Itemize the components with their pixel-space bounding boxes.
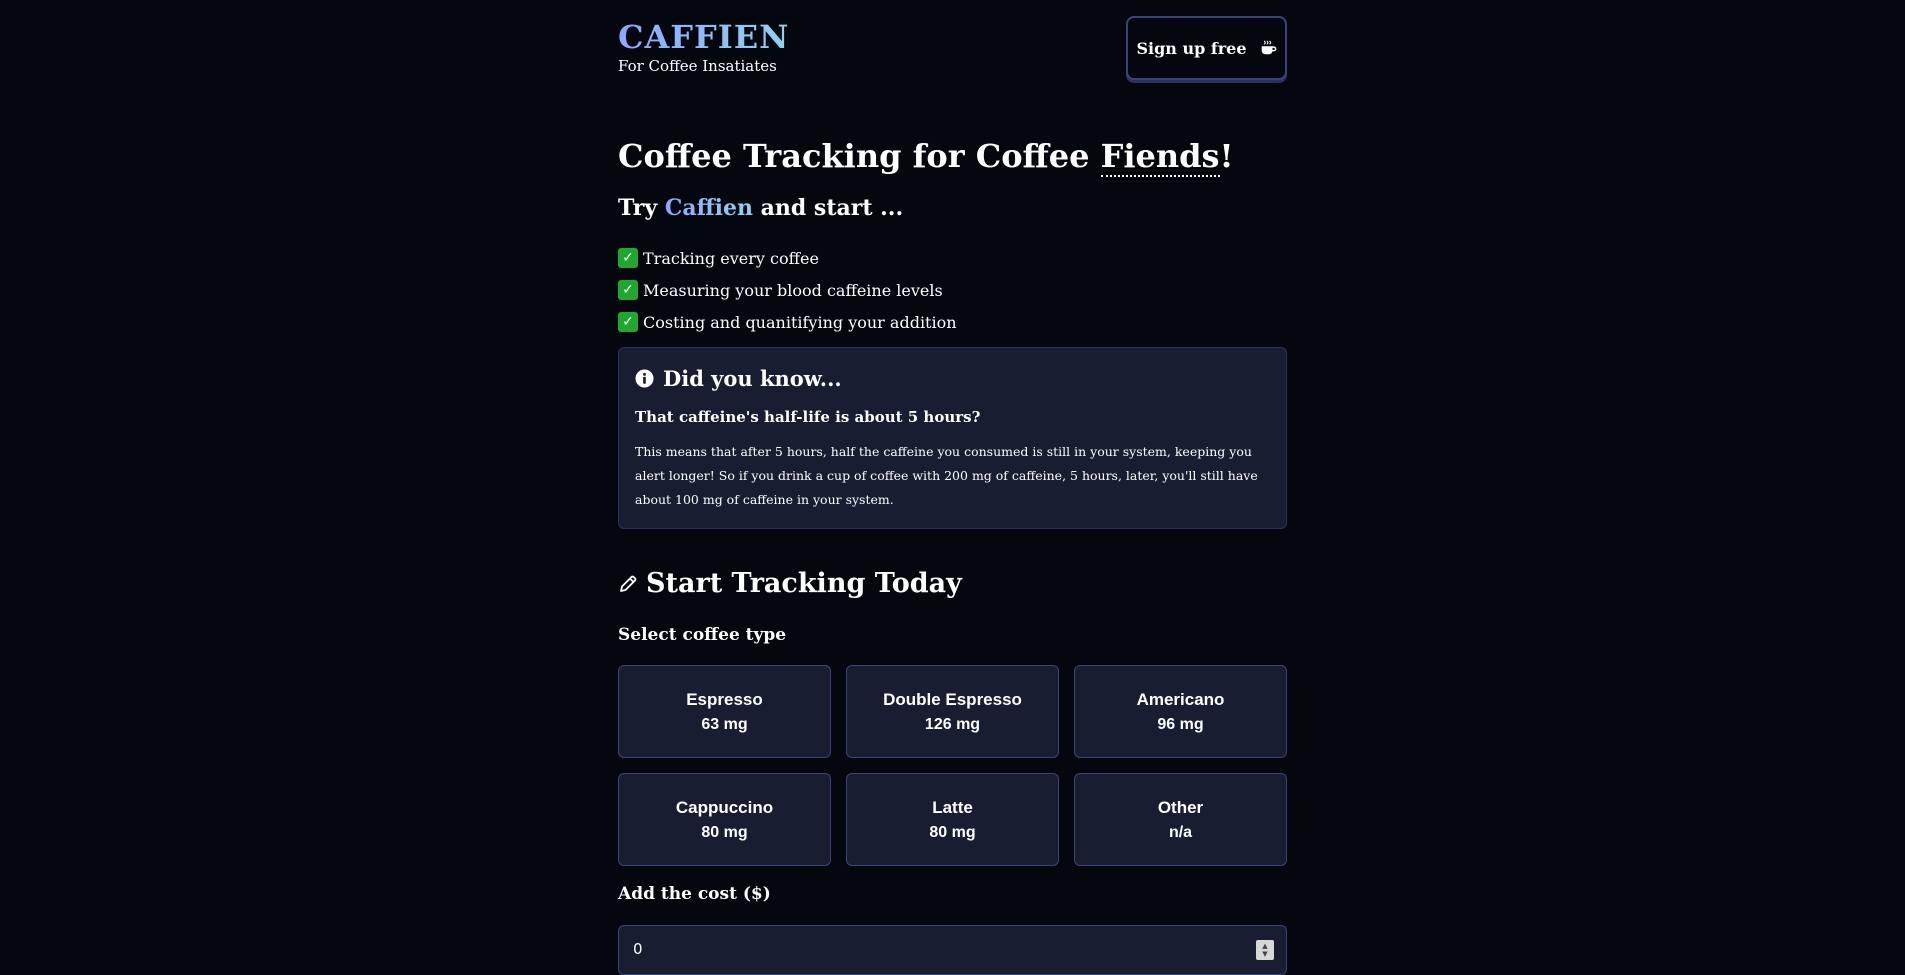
coffee-name: Double Espresso xyxy=(883,689,1022,709)
mug-hot-icon xyxy=(1261,40,1276,55)
coffee-caffeine: 63 mg xyxy=(701,715,748,733)
page: CAFFIEN For Coffee Insatiates Sign up fr… xyxy=(618,0,1287,975)
tagline: For Coffee Insatiates xyxy=(618,57,777,75)
coffee-caffeine: 80 mg xyxy=(929,823,976,841)
coffee-caffeine: n/a xyxy=(1168,823,1193,841)
number-spinner[interactable]: ▲ ▼ xyxy=(1256,940,1274,960)
check-mark-icon: ✓ xyxy=(618,248,638,268)
cost-input[interactable]: 0 ▲ ▼ xyxy=(618,925,1287,975)
coffee-name: Latte xyxy=(932,797,973,817)
signup-button[interactable]: Sign up free xyxy=(1126,16,1287,80)
feature-item: ✓ Costing and quanitifying your addition xyxy=(618,306,957,338)
try-prefix: Try xyxy=(618,195,665,221)
feature-text: Measuring your blood caffeine levels xyxy=(643,280,943,300)
spinner-up-icon[interactable]: ▲ xyxy=(1262,942,1267,950)
coffee-name: Other xyxy=(1157,797,1204,817)
info-body: This means that after 5 hours, half the … xyxy=(635,444,1258,507)
coffee-option-americano[interactable]: Americano 96 mg xyxy=(1074,665,1287,758)
try-brand: Caffien xyxy=(664,195,753,221)
check-mark-icon: ✓ xyxy=(618,280,638,300)
pencil-icon xyxy=(620,575,637,592)
cost-label: Add the cost ($) xyxy=(618,884,771,904)
hero-title: Coffee Tracking for Coffee Fiends! xyxy=(618,137,1234,177)
hero-title-suffix: ! xyxy=(1219,137,1234,175)
feature-item: ✓ Tracking every coffee xyxy=(618,242,957,274)
check-mark-icon: ✓ xyxy=(618,312,638,332)
select-coffee-label: Select coffee type xyxy=(618,625,787,645)
info-question: That caffeine's half-life is about 5 hou… xyxy=(635,408,981,426)
coffee-option-double-espresso[interactable]: Double Espresso 126 mg xyxy=(846,665,1059,758)
coffee-name: Espresso xyxy=(686,689,763,709)
coffee-caffeine: 126 mg xyxy=(924,715,981,733)
try-suffix: and start ... xyxy=(752,195,904,221)
coffee-option-latte[interactable]: Latte 80 mg xyxy=(846,773,1059,866)
coffee-caffeine: 96 mg xyxy=(1157,715,1204,733)
coffee-type-grid: Espresso 63 mg Double Espresso 126 mg Am… xyxy=(618,665,1287,866)
coffee-name: Americano xyxy=(1136,689,1225,709)
info-circle-icon xyxy=(635,369,654,388)
tracking-heading: Start Tracking Today xyxy=(618,568,962,599)
logo[interactable]: CAFFIEN xyxy=(618,18,789,56)
tracking-title: Start Tracking Today xyxy=(646,568,962,599)
coffee-option-espresso[interactable]: Espresso 63 mg xyxy=(618,665,831,758)
coffee-caffeine: 80 mg xyxy=(701,823,748,841)
feature-text: Tracking every coffee xyxy=(643,248,819,268)
spinner-down-icon[interactable]: ▼ xyxy=(1262,950,1267,958)
coffee-name: Cappuccino xyxy=(675,797,774,817)
feature-list: ✓ Tracking every coffee ✓ Measuring your b… xyxy=(618,242,957,338)
did-you-know-card: Did you know... That caffeine's half-lif… xyxy=(618,347,1287,529)
hero-title-prefix: Coffee Tracking for Coffee xyxy=(618,137,1101,175)
info-title: Did you know... xyxy=(663,366,842,391)
feature-item: ✓ Measuring your blood caffeine levels xyxy=(618,274,957,306)
feature-text: Costing and quanitifying your addition xyxy=(643,312,957,332)
info-heading: Did you know... xyxy=(635,366,842,391)
coffee-option-cappuccino[interactable]: Cappuccino 80 mg xyxy=(618,773,831,866)
signup-button-label: Sign up free xyxy=(1136,38,1247,58)
try-line: Try Caffien and start ... xyxy=(618,195,903,221)
coffee-option-other[interactable]: Other n/a xyxy=(1074,773,1287,866)
hero-title-fiends: Fiends xyxy=(1100,137,1220,177)
header: CAFFIEN For Coffee Insatiates Sign up fr… xyxy=(618,0,1287,100)
cost-value: 0 xyxy=(633,940,643,958)
